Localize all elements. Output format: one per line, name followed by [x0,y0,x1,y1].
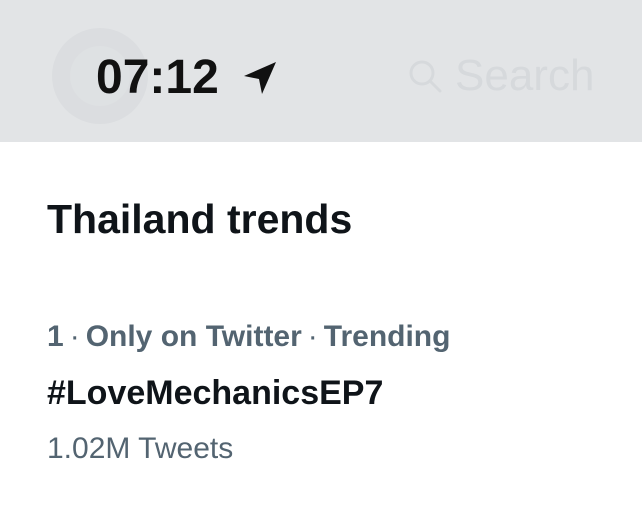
search-bar[interactable]: Search [405,44,642,108]
trends-panel: Thailand trends 1 · Only on Twitter · Trendi… [0,142,642,521]
separator-dot: · [307,320,318,353]
trend-item[interactable]: 1 · Only on Twitter · Trending #LoveMechanic… [47,317,627,465]
trend-rank: 1 [47,320,64,353]
trend-status: Trending [323,320,451,353]
trend-context: Only on Twitter [85,320,302,353]
location-arrow-icon [244,62,276,94]
search-placeholder: Search [455,51,595,100]
status-bar: 07:12 Search [0,0,642,142]
separator-dot: · [69,320,80,353]
section-title: Thailand trends [47,196,353,242]
status-time: 07:12 [96,51,219,104]
trend-meta: 1 · Only on Twitter · Trending [47,317,450,357]
search-icon [409,60,442,93]
trend-tweet-count: 1.02M Tweets [47,432,234,465]
trend-hashtag[interactable]: #LoveMechanicsEP7 [47,371,383,415]
